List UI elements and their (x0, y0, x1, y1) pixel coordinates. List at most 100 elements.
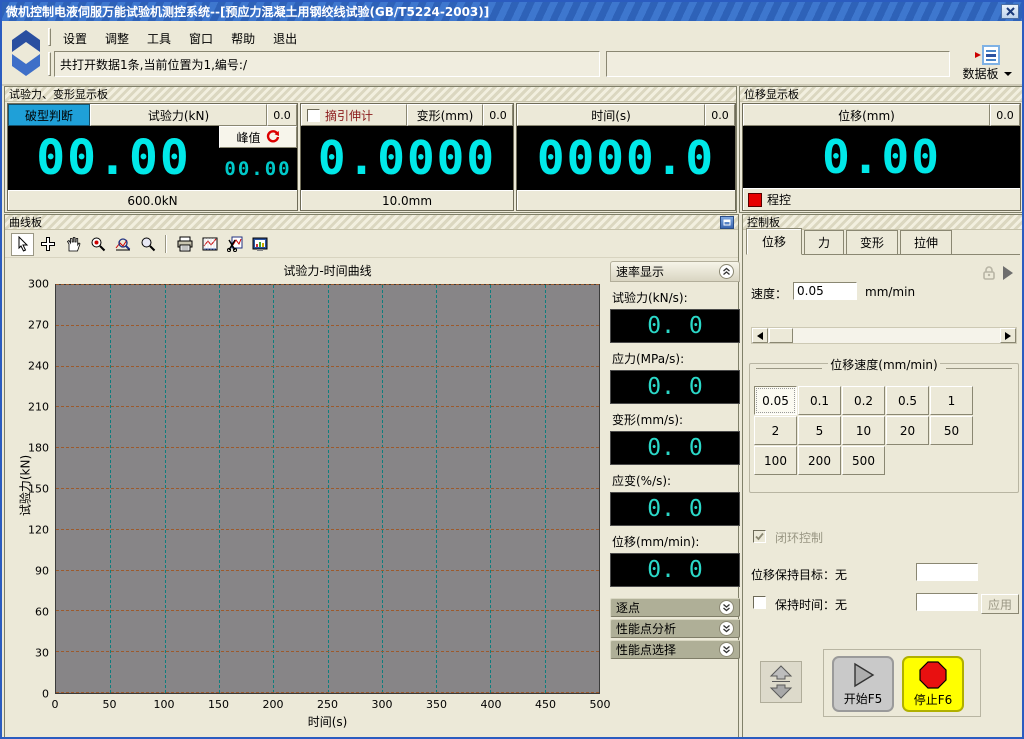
collapse-up-icon[interactable] (719, 264, 734, 279)
curve-panel: 曲线板 (4, 214, 739, 739)
speed-preset-button[interactable]: 0.1 (798, 386, 841, 415)
h-gridline (56, 366, 599, 367)
copy-curve-button[interactable] (223, 233, 246, 256)
scrollbar-thumb[interactable] (769, 328, 793, 343)
x-tick-label: 400 (481, 698, 502, 711)
h-gridline (56, 610, 599, 611)
closed-loop-label: 闭环控制 (775, 529, 823, 546)
hold-target-input[interactable] (916, 563, 978, 581)
speed-preset-button[interactable]: 200 (798, 446, 841, 475)
scroll-left-button[interactable] (752, 328, 768, 343)
speed-label: 速度： (751, 285, 787, 302)
menu-item-settings[interactable]: 设置 (54, 27, 96, 50)
stop-button[interactable]: 停止F6 (902, 656, 964, 712)
speed-preset-button[interactable]: 10 (842, 416, 885, 445)
select-cursor-tool[interactable] (11, 233, 34, 256)
databoard-arrow-icon (975, 51, 981, 59)
plot-area[interactable] (55, 284, 600, 694)
zoom-region-tool[interactable] (111, 233, 134, 256)
data-status-box: 共打开数据1条,当前位置为1,编号:/ (54, 51, 600, 77)
closed-loop-checkbox[interactable] (753, 530, 766, 543)
close-button[interactable] (1001, 4, 1019, 19)
speed-preset-button[interactable]: 0.05 (754, 386, 797, 415)
break-detect-button[interactable]: 破型判断 (8, 104, 90, 126)
force-header-button[interactable]: 试验力(kN) (90, 104, 267, 126)
y-tick-label: 300 (28, 278, 49, 291)
displacement-header-button[interactable]: 位移(mm) (743, 104, 990, 126)
hold-time-input[interactable] (916, 593, 978, 611)
speed-preset-button[interactable]: 0.5 (886, 386, 929, 415)
speed-unit-label: mm/min (865, 285, 915, 299)
speed-preset-button[interactable]: 20 (886, 416, 929, 445)
hold-target-label: 位移保持目标：无 (751, 566, 847, 583)
x-tick-label: 50 (103, 698, 117, 711)
undock-panel-button[interactable] (720, 216, 734, 229)
start-button[interactable]: 开始F5 (832, 656, 894, 712)
h-gridline (56, 325, 599, 326)
export-image-button[interactable] (248, 233, 271, 256)
chart-area[interactable]: 试验力-时间曲线 试验力(kN) 03060901201501802102402… (7, 259, 607, 737)
menu-item-window[interactable]: 窗口 (180, 27, 222, 50)
time-display-unit: 时间(s) 0.0 0000.0 (516, 103, 736, 211)
speed-preset-group: 位移速度(mm/min) 0.05 0.1 0.2 0.5 1 2 5 10 2… (749, 363, 1019, 493)
scissors-curve-icon (227, 236, 243, 252)
menu-item-help[interactable]: 帮助 (222, 27, 264, 50)
speed-preset-button[interactable]: 1 (930, 386, 973, 415)
deform-header-button[interactable]: 变形(mm) (407, 104, 483, 126)
hold-time-checkbox[interactable] (753, 596, 766, 609)
run-arrow-icon[interactable] (1001, 265, 1015, 284)
lock-icon[interactable] (981, 265, 997, 284)
hand-tool[interactable] (61, 233, 84, 256)
extensometer-toggle[interactable]: 摘引伸计 (301, 104, 407, 126)
expand-down-icon[interactable] (719, 621, 734, 636)
speed-preset-button[interactable]: 0.2 (842, 386, 885, 415)
zoom-in-tool[interactable] (86, 233, 109, 256)
menu-item-adjust[interactable]: 调整 (96, 27, 138, 50)
speed-scrollbar[interactable] (751, 327, 1017, 344)
y-tick-label: 270 (28, 319, 49, 332)
speed-preset-button[interactable]: 500 (842, 446, 885, 475)
data-status-text: 共打开数据1条,当前位置为1,编号:/ (60, 56, 247, 73)
peak-reset-button[interactable]: 峰值 (219, 126, 297, 148)
databoard-button[interactable]: 数据板 (952, 45, 1022, 85)
stop-button-label: 停止F6 (914, 691, 953, 708)
rate-value-display: 0. 0 (610, 553, 740, 587)
apply-button[interactable]: 应用 (981, 594, 1019, 614)
v-gridline (165, 285, 166, 693)
up-down-arrows-icon (768, 665, 794, 699)
speed-preset-button[interactable]: 100 (754, 446, 797, 475)
tab-deformation[interactable]: 变形 (846, 230, 898, 254)
pan-tool[interactable] (36, 233, 59, 256)
monitor-icon (252, 236, 268, 252)
expand-down-icon[interactable] (719, 600, 734, 615)
menu-item-tools[interactable]: 工具 (138, 27, 180, 50)
rate-section-header[interactable]: 速率显示 (610, 261, 740, 282)
y-tick-label: 30 (35, 647, 49, 660)
scroll-right-button[interactable] (1000, 328, 1016, 343)
expand-down-icon[interactable] (719, 642, 734, 657)
force-range-label: 600.0kN (8, 190, 297, 210)
jog-up-down-button[interactable] (760, 661, 802, 703)
tab-tension[interactable]: 拉伸 (900, 230, 952, 254)
section-pointwise[interactable]: 逐点 (610, 598, 740, 617)
section-performance-analysis[interactable]: 性能点分析 (610, 619, 740, 638)
displacement-panel-title: 位移显示板 (744, 86, 799, 102)
menu-item-exit[interactable]: 退出 (264, 27, 306, 50)
print-curve-button[interactable] (173, 233, 196, 256)
speed-preset-button[interactable]: 50 (930, 416, 973, 445)
tab-force[interactable]: 力 (804, 230, 844, 254)
tab-displacement[interactable]: 位移 (746, 228, 802, 255)
h-gridline (56, 651, 599, 652)
curve-settings-button[interactable] (198, 233, 221, 256)
speed-preset-button[interactable]: 5 (798, 416, 841, 445)
x-axis-label: 时间(s) (55, 713, 600, 730)
speed-preset-button[interactable]: 2 (754, 416, 797, 445)
v-gridline (110, 285, 111, 693)
play-icon (850, 662, 876, 688)
time-header-button[interactable]: 时间(s) (517, 104, 705, 126)
zoom-out-tool[interactable] (136, 233, 159, 256)
section-performance-select[interactable]: 性能点选择 (610, 640, 740, 659)
speed-input[interactable] (793, 282, 857, 300)
extensometer-checkbox[interactable] (307, 109, 320, 122)
hand-icon (65, 236, 81, 252)
